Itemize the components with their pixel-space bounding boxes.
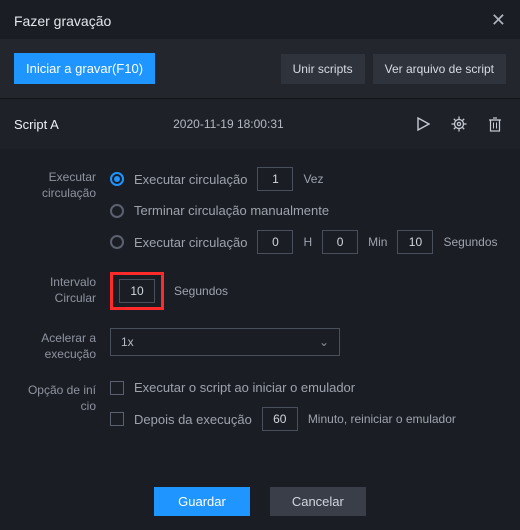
- after-exec-label: Depois da execução: [134, 412, 252, 427]
- interval-highlight: [110, 272, 164, 310]
- play-icon[interactable]: [412, 113, 434, 135]
- window-title: Fazer gravação: [14, 13, 111, 29]
- duration-m-input[interactable]: [322, 230, 358, 254]
- cancel-button[interactable]: Cancelar: [270, 487, 366, 516]
- radio-loop-duration[interactable]: [110, 235, 124, 249]
- start-record-button[interactable]: Iniciar a gravar(F10): [14, 53, 155, 84]
- script-name: Script A: [14, 117, 59, 132]
- speed-select[interactable]: 1x ⌄: [110, 328, 340, 356]
- duration-h-input[interactable]: [257, 230, 293, 254]
- duration-s-input[interactable]: [397, 230, 433, 254]
- loop-duration-label: Executar circulação: [134, 235, 247, 250]
- interval-unit: Segundos: [174, 284, 228, 298]
- checkbox-run-on-start[interactable]: [110, 381, 124, 395]
- checkbox-after-exec[interactable]: [110, 412, 124, 426]
- duration-h-unit: H: [303, 235, 312, 249]
- close-icon[interactable]: ✕: [491, 10, 506, 31]
- loop-times-unit: Vez: [303, 172, 323, 186]
- save-button[interactable]: Guardar: [154, 487, 250, 516]
- trash-icon[interactable]: [484, 113, 506, 135]
- speed-value: 1x: [121, 335, 134, 349]
- after-exec-input[interactable]: [262, 407, 298, 431]
- merge-scripts-button[interactable]: Unir scripts: [281, 54, 365, 84]
- radio-loop-manual[interactable]: [110, 204, 124, 218]
- script-timestamp: 2020-11-19 18:00:31: [59, 117, 398, 131]
- loop-times-input[interactable]: [257, 167, 293, 191]
- startup-label: Opção de iní cio: [18, 380, 110, 431]
- run-on-start-label: Executar o script ao iniciar o emulador: [134, 380, 355, 395]
- chevron-down-icon: ⌄: [319, 335, 329, 349]
- radio-loop-times[interactable]: [110, 172, 124, 186]
- interval-input[interactable]: [119, 279, 155, 303]
- view-script-file-button[interactable]: Ver arquivo de script: [373, 54, 506, 84]
- duration-s-unit: Segundos: [443, 235, 497, 249]
- gear-icon[interactable]: [448, 113, 470, 135]
- loop-label: Executar circulação: [18, 167, 110, 254]
- loop-times-label: Executar circulação: [134, 172, 247, 187]
- after-exec-unit: Minuto, reiniciar o emulador: [308, 412, 456, 426]
- duration-m-unit: Min: [368, 235, 387, 249]
- speed-label: Acelerar a execução: [18, 328, 110, 362]
- interval-label: Intervalo Circular: [18, 272, 110, 310]
- loop-manual-label: Terminar circulação manualmente: [134, 203, 329, 218]
